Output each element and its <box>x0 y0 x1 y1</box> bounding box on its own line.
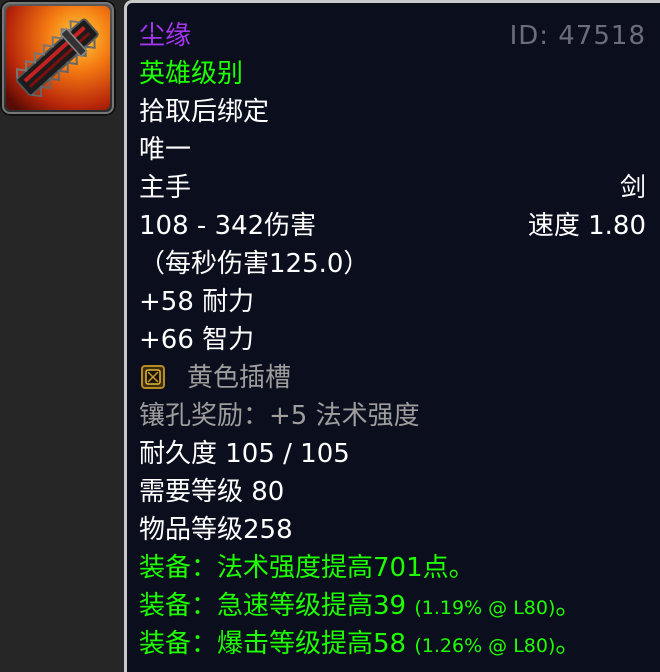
item-speed: 速度 1.80 <box>527 211 646 241</box>
item-icon-frame[interactable] <box>0 0 116 116</box>
equip-prefix: 装备： <box>139 553 218 583</box>
equip-rating-percent: (1.26% @ L80) <box>414 635 556 657</box>
item-level: 物品等级258 <box>139 515 293 545</box>
item-quality: 英雄级别 <box>139 59 244 89</box>
item-unique: 唯一 <box>139 135 192 165</box>
item-stat-intellect: +66 智力 <box>139 325 255 355</box>
equip-text: 法术强度提高701点。 <box>217 553 475 583</box>
item-socket-label: 黄色插槽 <box>187 363 292 393</box>
item-type: 剑 <box>619 173 646 203</box>
equip-end: 。 <box>555 591 582 621</box>
item-socket-bonus: 镶孔奖励：+5 法术强度 <box>139 401 420 431</box>
item-damage: 108 - 342伤害 <box>139 211 317 241</box>
item-tooltip: 尘缘 ID: 47518 英雄级别 拾取后绑定 唯一 主手 剑 108 - 34… <box>124 0 660 672</box>
item-equip-spellpower: 装备：法术强度提高701点。 <box>139 549 646 587</box>
item-slot: 主手 <box>139 173 192 203</box>
item-durability: 耐久度 105 / 105 <box>139 439 350 469</box>
equip-text: 急速等级提高39 <box>217 591 407 621</box>
item-bind: 拾取后绑定 <box>139 97 270 127</box>
sword-item-icon <box>6 6 110 110</box>
equip-prefix: 装备： <box>139 591 218 621</box>
item-slot-row: 主手 剑 <box>139 169 646 207</box>
item-tooltip-screen: 尘缘 ID: 47518 英雄级别 拾取后绑定 唯一 主手 剑 108 - 34… <box>0 0 660 672</box>
item-equip-crit: 装备：爆击等级提高58 (1.26% @ L80)。 <box>139 625 646 663</box>
equip-text: 爆击等级提高58 <box>217 629 407 659</box>
item-id: ID: 47518 <box>509 21 646 51</box>
item-required-level: 需要等级 80 <box>139 477 285 507</box>
item-socket-row: 黄色插槽 <box>139 359 646 397</box>
item-dps: （每秒伤害125.0） <box>139 249 370 279</box>
item-damage-row: 108 - 342伤害 速度 1.80 <box>139 207 646 245</box>
equip-prefix: 装备： <box>139 629 218 659</box>
yellow-socket-icon <box>141 364 165 389</box>
equip-end: 。 <box>555 629 582 659</box>
item-name: 尘缘 <box>139 21 192 51</box>
equip-rating-percent: (1.19% @ L80) <box>414 597 556 619</box>
item-equip-haste: 装备：急速等级提高39 (1.19% @ L80)。 <box>139 587 646 625</box>
item-stat-stamina: +58 耐力 <box>139 287 255 317</box>
item-name-row: 尘缘 ID: 47518 <box>139 17 646 55</box>
